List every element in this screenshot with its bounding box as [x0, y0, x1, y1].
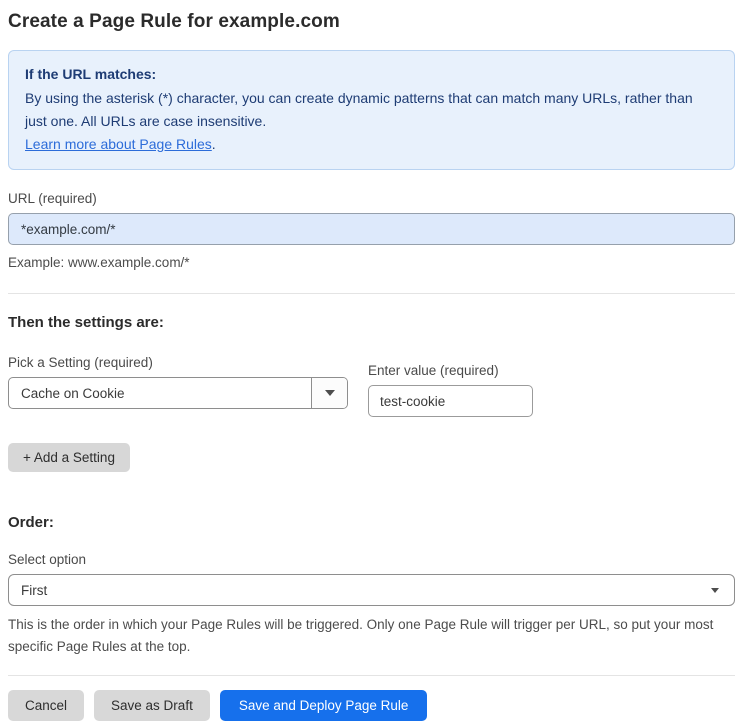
info-box-body: By using the asterisk (*) character, you…: [25, 90, 693, 129]
divider: [8, 293, 735, 294]
learn-more-link[interactable]: Learn more about Page Rules: [25, 136, 212, 152]
setting-select-label: Pick a Setting (required): [8, 355, 153, 370]
link-period: .: [211, 136, 216, 152]
add-setting-button[interactable]: + Add a Setting: [8, 443, 130, 472]
setting-select[interactable]: Cache on Cookie: [8, 377, 348, 409]
setting-select-arrow-button[interactable]: [311, 378, 347, 408]
save-as-draft-button[interactable]: Save as Draft: [94, 690, 210, 721]
setting-row: Pick a Setting (required) Cache on Cooki…: [8, 355, 735, 417]
settings-section-heading: Then the settings are:: [8, 314, 164, 331]
cancel-button[interactable]: Cancel: [8, 690, 85, 721]
page-title: Create a Page Rule for example.com: [8, 11, 340, 32]
url-field-label: URL (required): [8, 191, 97, 206]
order-select-label: Select option: [8, 552, 87, 567]
info-link-line: Learn more about Page Rules.: [25, 133, 718, 156]
divider: [8, 675, 735, 676]
order-helper-text: This is the order in which your Page Rul…: [8, 617, 714, 654]
setting-value-input[interactable]: [368, 385, 533, 417]
footer-actions: Cancel Save as Draft Save and Deploy Pag…: [8, 690, 735, 721]
order-select[interactable]: First: [8, 574, 735, 606]
page-rule-form: Create a Page Rule for example.com If th…: [0, 0, 743, 721]
setting-value-column: Enter value (required): [368, 363, 533, 417]
setting-select-column: Pick a Setting (required) Cache on Cooki…: [8, 355, 348, 409]
url-input[interactable]: [8, 213, 735, 245]
chevron-down-icon: [324, 390, 335, 396]
value-field-label: Enter value (required): [368, 363, 499, 378]
save-and-deploy-button[interactable]: Save and Deploy Page Rule: [219, 690, 428, 721]
info-box-heading: If the URL matches:: [25, 66, 157, 82]
order-section-heading: Order:: [8, 514, 54, 531]
setting-select-value: Cache on Cookie: [21, 385, 125, 401]
url-example-helper: Example: www.example.com/*: [8, 255, 190, 270]
url-match-info-box: If the URL matches: By using the asteris…: [8, 50, 735, 170]
chevron-down-icon: [711, 587, 719, 593]
order-select-value: First: [21, 582, 48, 598]
